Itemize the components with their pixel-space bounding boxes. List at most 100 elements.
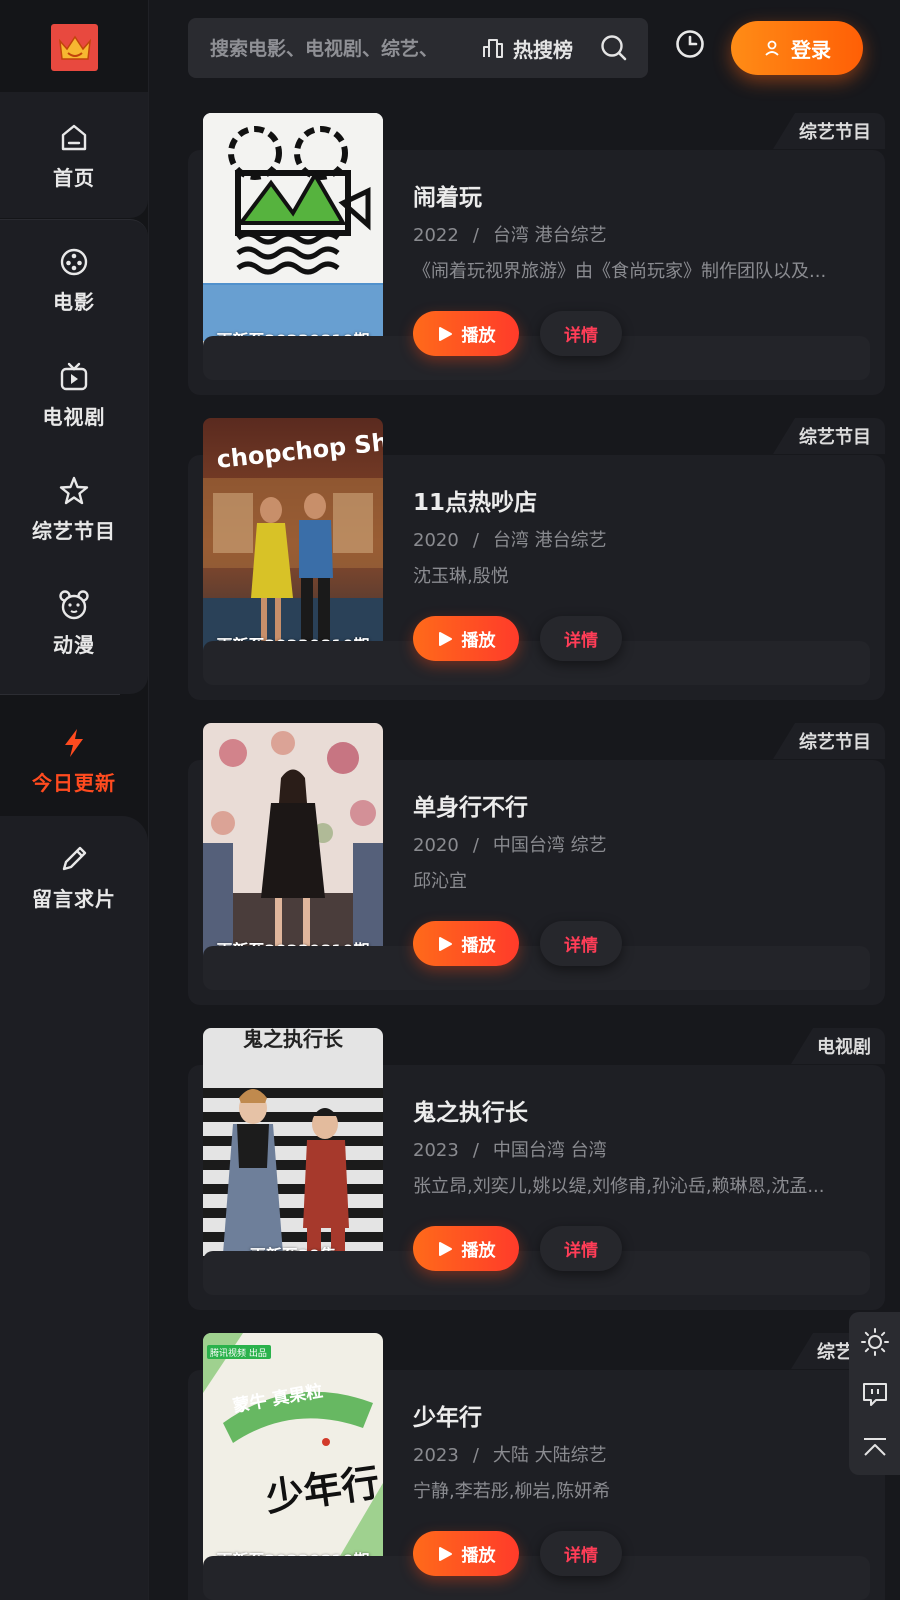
- login-button[interactable]: 登录: [731, 21, 863, 75]
- history-icon[interactable]: [674, 28, 706, 60]
- crown-logo-icon: [58, 35, 91, 60]
- hot-search-button[interactable]: 热搜榜: [481, 31, 573, 65]
- video-year: 2023: [413, 1445, 459, 1466]
- bear-icon: [56, 587, 92, 623]
- video-year: 2020: [413, 835, 459, 856]
- sidebar-item-today-update[interactable]: 今日更新: [0, 710, 148, 810]
- play-label: 播放: [461, 326, 496, 346]
- video-title[interactable]: 少年行: [413, 1398, 482, 1432]
- poster-image[interactable]: chopchop Show 更新至20230810期: [203, 418, 383, 670]
- play-button[interactable]: 播放: [413, 921, 519, 966]
- nav-group-home: 首页: [0, 92, 148, 218]
- play-icon: [438, 1241, 452, 1256]
- poster-image[interactable]: 更新至20230810期: [203, 723, 383, 975]
- category-tag: 综艺节目: [773, 113, 885, 149]
- play-button[interactable]: 播放: [413, 1531, 519, 1576]
- play-label: 播放: [461, 631, 496, 651]
- search-input[interactable]: [208, 32, 464, 66]
- sun-icon[interactable]: [857, 1324, 893, 1360]
- video-card: 综艺节目 更新至20230810期 闹着玩 2022 / 台湾 港台综艺 《闹着玩视…: [188, 113, 885, 395]
- video-meta: 2022 / 台湾 港台综艺: [413, 221, 607, 247]
- video-region: 台湾 港台综艺: [492, 530, 607, 551]
- sidebar-item-anime[interactable]: 动漫: [0, 572, 148, 672]
- sidebar-item-label: 首页: [53, 165, 95, 190]
- meta-separator: /: [472, 530, 479, 551]
- search-icon[interactable]: [598, 32, 630, 64]
- video-meta: 2020 / 中国台湾 综艺: [413, 831, 607, 857]
- video-card: 综艺节目 更新至20230810期 单身行不行 2020 / 中国台湾 综艺 邱沁宜…: [188, 723, 885, 1005]
- meta-separator: /: [472, 1140, 479, 1161]
- video-description: 邱沁宜: [413, 871, 467, 892]
- detail-button[interactable]: 详情: [540, 1226, 622, 1271]
- video-card: 电视剧 鬼之执行长 更新至39集: [188, 1028, 885, 1310]
- meta-separator: /: [472, 835, 479, 856]
- sidebar-item-request[interactable]: 留言求片: [0, 826, 148, 926]
- ranking-icon: [483, 39, 503, 58]
- play-button[interactable]: 播放: [413, 616, 519, 661]
- video-description: 《闹着玩视界旅游》由《食尚玩家》制作团队以及...: [413, 261, 827, 282]
- tv-icon: [56, 359, 92, 395]
- play-icon: [438, 1546, 452, 1561]
- video-region: 大陆 大陆综艺: [492, 1445, 607, 1466]
- detail-button[interactable]: 详情: [540, 1531, 622, 1576]
- sidebar-item-tv[interactable]: 电视剧: [0, 344, 148, 444]
- video-description: 张立昂,刘奕儿,姚以缇,刘修甫,孙沁岳,赖琳恩,沈孟...: [413, 1176, 825, 1197]
- sidebar: 首页 电影 电视剧 综艺节目 动漫 今日更新 留言求片: [0, 0, 149, 1600]
- play-button[interactable]: 播放: [413, 311, 519, 356]
- video-card: 综艺节目 chopchop Show 更新至20230810期 11点热吵店 2…: [188, 418, 885, 700]
- video-year: 2020: [413, 530, 459, 551]
- hot-search-label: 热搜榜: [513, 37, 573, 62]
- poster-image[interactable]: 腾讯视频 出品 蒙牛 真果粒 少年行 更新至20230810期: [203, 1333, 383, 1585]
- sidebar-item-movie[interactable]: 电影: [0, 229, 148, 329]
- play-label: 播放: [461, 936, 496, 956]
- sidebar-item-label: 电影: [53, 289, 95, 314]
- category-tag: 综艺节目: [773, 723, 885, 759]
- video-description: 宁静,李若彤,柳岩,陈妍希: [413, 1481, 611, 1502]
- video-region: 台湾 港台综艺: [492, 225, 607, 246]
- sidebar-item-home[interactable]: 首页: [0, 105, 148, 205]
- video-meta: 2020 / 台湾 港台综艺: [413, 526, 607, 552]
- sidebar-item-label: 动漫: [53, 632, 95, 657]
- poster-badge-text: 腾讯视频 出品: [210, 1347, 267, 1359]
- lightning-icon: [56, 725, 92, 761]
- nav-group-categories: 电影 电视剧 综艺节目 动漫: [0, 219, 148, 694]
- detail-button[interactable]: 详情: [540, 311, 622, 356]
- back-to-top-icon[interactable]: [857, 1430, 893, 1466]
- video-title[interactable]: 11点热吵店: [413, 483, 537, 517]
- card-footer-strip: [203, 1251, 870, 1295]
- poster-image[interactable]: 更新至20230810期: [203, 113, 383, 365]
- video-card: 综艺节 腾讯视频 出品 蒙牛 真果粒 少年行 更新至20230810期 少年行 …: [188, 1333, 885, 1600]
- star-outline-icon: [56, 473, 92, 509]
- film-reel-icon: [56, 244, 92, 280]
- card-footer-strip: [203, 641, 870, 685]
- card-footer-strip: [203, 946, 870, 990]
- meta-separator: /: [472, 1445, 479, 1466]
- sidebar-item-label: 电视剧: [42, 404, 106, 429]
- sidebar-item-label: 综艺节目: [32, 518, 116, 543]
- poster-title-text: 鬼之执行长: [243, 1028, 344, 1051]
- video-title[interactable]: 鬼之执行长: [413, 1093, 528, 1127]
- feedback-icon[interactable]: [857, 1376, 893, 1412]
- video-year: 2023: [413, 1140, 459, 1161]
- video-title[interactable]: 闹着玩: [413, 178, 482, 212]
- pencil-icon: [56, 841, 92, 877]
- video-region: 中国台湾 综艺: [492, 835, 607, 856]
- user-icon: [765, 40, 779, 56]
- divider: [0, 694, 120, 695]
- detail-button[interactable]: 详情: [540, 616, 622, 661]
- video-meta: 2023 / 大陆 大陆综艺: [413, 1441, 607, 1467]
- site-logo[interactable]: [51, 24, 98, 71]
- sidebar-item-label: 留言求片: [32, 886, 116, 911]
- play-label: 播放: [461, 1241, 496, 1261]
- video-year: 2022: [413, 225, 459, 246]
- card-footer-strip: [203, 1556, 870, 1600]
- meta-separator: /: [472, 225, 479, 246]
- card-footer-strip: [203, 336, 870, 380]
- detail-button[interactable]: 详情: [540, 921, 622, 966]
- search-bar: 热搜榜: [188, 18, 648, 78]
- play-icon: [438, 326, 452, 341]
- video-title[interactable]: 单身行不行: [413, 788, 528, 822]
- sidebar-item-variety[interactable]: 综艺节目: [0, 458, 148, 558]
- poster-image[interactable]: 鬼之执行长 更新至39集: [203, 1028, 383, 1280]
- play-button[interactable]: 播放: [413, 1226, 519, 1271]
